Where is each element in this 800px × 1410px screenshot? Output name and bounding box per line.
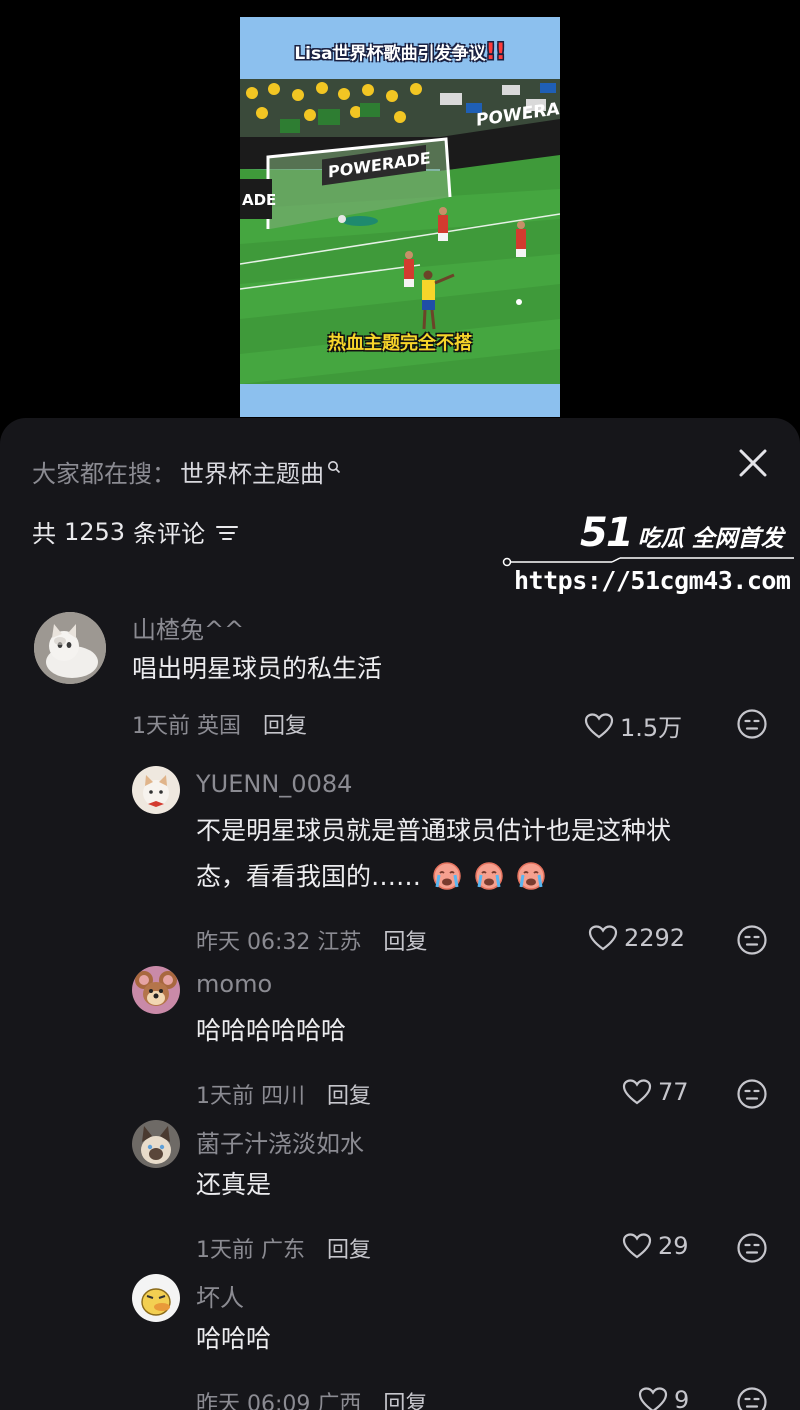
exclamation-mark: !!	[485, 40, 506, 65]
video-area[interactable]: Lisa世界杯歌曲引发争议!! POWERADE POWERADE ADE 热血…	[0, 0, 800, 430]
avatar[interactable]	[132, 966, 180, 1014]
comment-text: 还真是	[196, 1170, 272, 1199]
like-count: 29	[658, 1232, 689, 1260]
avatar[interactable]	[34, 612, 106, 684]
video-title: Lisa世界杯歌曲引发争议!!	[294, 40, 506, 65]
comment-username[interactable]: 山楂兔^^	[132, 610, 244, 645]
dislike-face-icon[interactable]	[736, 1386, 768, 1410]
dislike-face-icon[interactable]	[736, 1232, 768, 1264]
comment-username[interactable]: 菌子汁浇淡如水	[196, 1124, 364, 1159]
heart-icon	[588, 925, 618, 951]
close-icon[interactable]	[736, 446, 770, 480]
video-thumbnail[interactable]: Lisa世界杯歌曲引发争议!! POWERADE POWERADE ADE 热血…	[240, 17, 560, 417]
comment-sheet: 大家都在搜： 世界杯主题曲 共 1253 条评论 51 吃瓜 全网首发 http…	[0, 418, 800, 1410]
heart-icon	[584, 712, 614, 738]
comment-meta: 1天前 四川 回复	[196, 1078, 371, 1110]
like-count: 77	[658, 1078, 689, 1106]
reply-button[interactable]: 回复	[383, 924, 427, 956]
comment-username[interactable]: momo	[196, 970, 272, 998]
avatar[interactable]	[132, 766, 180, 814]
reply-button[interactable]: 回复	[263, 708, 307, 740]
svg-text:ADE: ADE	[242, 191, 276, 209]
crying-emoji-icon	[517, 862, 545, 890]
comment-count-number: 1253	[64, 517, 126, 546]
watermark-url: https://51cgm43.com	[514, 566, 791, 595]
comment-text: 哈哈哈	[196, 1324, 272, 1353]
comment-text: 哈哈哈哈哈哈	[196, 1016, 347, 1045]
search-prefix: 大家都在搜：	[32, 460, 176, 488]
comment-meta: 1天前 英国 回复	[132, 708, 307, 740]
dislike-face-icon[interactable]	[736, 924, 768, 956]
dislike-face-icon[interactable]	[736, 1078, 768, 1110]
comment-text-line: 不是明星球员就是普通球员估计也是这种状	[196, 816, 672, 845]
heart-icon	[622, 1079, 652, 1105]
crying-emoji-icon	[475, 862, 503, 890]
comment-meta: 1天前 广东 回复	[196, 1232, 371, 1264]
watermark-brand: 51 吃瓜 全网首发	[580, 510, 784, 556]
like-button[interactable]: 9	[638, 1386, 689, 1410]
like-button[interactable]: 2292	[588, 924, 685, 952]
comment-username[interactable]: YUENN_0084	[196, 770, 352, 798]
search-icon	[328, 460, 341, 473]
reply-button[interactable]: 回复	[327, 1078, 371, 1110]
search-keyword[interactable]: 世界杯主题曲	[180, 454, 324, 489]
comment-count: 共 1253 条评论	[32, 514, 239, 549]
like-button[interactable]: 77	[622, 1078, 689, 1106]
dislike-face-icon[interactable]	[736, 708, 768, 740]
like-count: 1.5万	[620, 714, 683, 742]
comment-meta: 昨天 06:32 江苏 回复	[196, 924, 427, 956]
reply-button[interactable]: 回复	[383, 1386, 427, 1410]
reply-button[interactable]: 回复	[327, 1232, 371, 1264]
comment-username[interactable]: 坏人	[196, 1278, 244, 1313]
comment-text-line: 态，看看我国的……	[196, 854, 547, 900]
avatar[interactable]	[132, 1120, 180, 1168]
crying-emoji-icon	[433, 862, 461, 890]
sort-icon[interactable]	[215, 523, 239, 543]
like-count: 9	[674, 1386, 690, 1410]
search-suggestion[interactable]: 大家都在搜： 世界杯主题曲	[32, 454, 341, 489]
comment-meta: 昨天 06:09 广西 回复	[196, 1386, 427, 1410]
like-button[interactable]: 29	[622, 1232, 689, 1260]
video-caption: 热血主题完全不搭	[328, 333, 472, 354]
heart-icon	[638, 1387, 668, 1410]
heart-icon	[622, 1233, 652, 1259]
watermark: 51 吃瓜 全网首发 https://51cgm43.com	[500, 510, 800, 610]
comment-text: 唱出明星球员的私生活	[132, 654, 383, 683]
like-button[interactable]: 1.5万	[584, 708, 682, 743]
avatar[interactable]	[132, 1274, 180, 1322]
like-count: 2292	[624, 924, 686, 952]
